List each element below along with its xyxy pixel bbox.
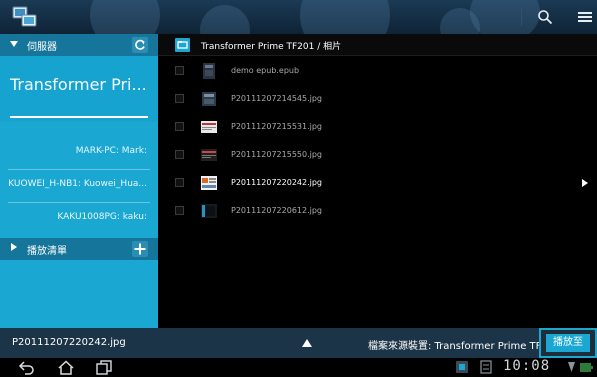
device-name: KUOWEI_H-NB1: Kuowei_Hua... [8, 179, 147, 189]
breadcrumb: Transformer Prime TF201 / 相片 [201, 42, 342, 52]
server-section-header[interactable]: 伺服器 [0, 34, 158, 56]
source-device-label: 檔案來源裝置: Transformer Prime TF201 [368, 341, 561, 352]
row-checkbox[interactable] [175, 94, 184, 103]
row-checkbox[interactable] [175, 178, 184, 187]
playlist-header-label: 播放清單 [27, 246, 67, 257]
device-name: KAKU1008PG: kaku: [57, 212, 147, 222]
photo-thumb-icon [201, 121, 217, 133]
search-icon[interactable] [537, 9, 553, 25]
file-row[interactable]: P20111207215531.jpg [158, 113, 597, 141]
expand-icon [11, 243, 17, 251]
play-indicator-icon [582, 179, 588, 187]
file-row[interactable]: P20111207220612.jpg [158, 197, 597, 225]
action-bar-divider [521, 8, 522, 26]
file-row[interactable]: P20111207215550.jpg [158, 141, 597, 169]
device-name: MARK-PC: Mark: [75, 146, 147, 156]
overflow-menu-icon[interactable] [578, 10, 592, 24]
current-file-name: P20111207220242.jpg [12, 337, 126, 348]
app-logo-icon[interactable] [12, 5, 38, 29]
action-bar [0, 0, 597, 34]
file-name: P20111207215550.jpg [231, 150, 323, 159]
device-item[interactable]: MARK-PC: Mark: [0, 137, 158, 170]
system-bar: 10:08 [0, 358, 597, 377]
refresh-icon[interactable] [132, 37, 148, 53]
file-name: P20111207215531.jpg [231, 122, 323, 131]
row-checkbox[interactable] [175, 122, 184, 131]
file-name: P20111207214545.jpg [231, 94, 323, 103]
sidebar: 伺服器 Transformer Pri... MARK-PC: Mark: KU… [0, 34, 158, 328]
path-bar: Transformer Prime TF201 / 相片 [158, 34, 597, 56]
device-name: Transformer Pri... [10, 75, 147, 94]
row-checkbox[interactable] [175, 206, 184, 215]
battery-icon [580, 363, 593, 372]
add-playlist-button[interactable] [132, 241, 148, 257]
file-row[interactable]: demo epub.epub [158, 57, 597, 85]
server-header-label: 伺服器 [27, 42, 57, 53]
expand-up-icon[interactable] [302, 339, 312, 347]
device-item-selected[interactable]: Transformer Pri... [0, 56, 158, 122]
recent-apps-icon[interactable] [95, 360, 113, 375]
keyboard-icon [480, 360, 492, 374]
now-playing-bar: P20111207220242.jpg 檔案來源裝置: Transformer … [0, 328, 597, 358]
book-thumb-icon [203, 63, 215, 79]
file-row[interactable]: P20111207214545.jpg [158, 85, 597, 113]
collapse-icon [10, 41, 18, 47]
file-name: P20111207220612.jpg [231, 206, 323, 215]
wifi-icon [568, 362, 575, 372]
screenshot-icon[interactable] [455, 360, 469, 374]
clock: 10:08 [503, 358, 551, 374]
device-item[interactable]: KAKU1008PG: kaku: [0, 203, 158, 236]
file-name: demo epub.epub [231, 66, 300, 75]
selection-indicator [10, 116, 148, 118]
home-icon[interactable] [57, 360, 75, 375]
file-name: P20111207220242.jpg [231, 178, 323, 187]
play-to-label: 播放至 [546, 334, 590, 352]
play-to-button[interactable]: 播放至 [539, 328, 597, 358]
photo-thumb-icon [201, 176, 217, 190]
row-checkbox[interactable] [175, 66, 184, 75]
back-icon[interactable] [18, 360, 36, 375]
photo-thumb-icon [201, 204, 217, 218]
file-list-pane: Transformer Prime TF201 / 相片 demo epub.e… [158, 34, 597, 328]
photo-thumb-icon [202, 92, 216, 106]
playlist-section-header[interactable]: 播放清單 [0, 238, 158, 260]
photo-thumb-icon [201, 149, 217, 161]
device-item[interactable]: KUOWEI_H-NB1: Kuowei_Hua... [0, 170, 158, 203]
file-row-active[interactable]: P20111207220242.jpg [158, 169, 597, 197]
row-checkbox[interactable] [175, 150, 184, 159]
folder-up-icon[interactable] [175, 38, 190, 52]
